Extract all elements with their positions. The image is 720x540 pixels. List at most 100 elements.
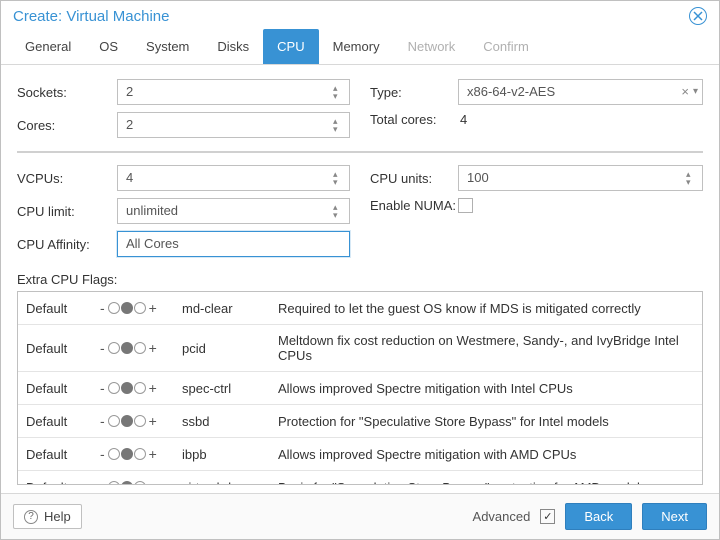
flag-on-circle[interactable] xyxy=(134,448,146,460)
flag-off-circle[interactable] xyxy=(108,481,120,484)
flag-default-circle[interactable] xyxy=(121,302,133,314)
create-vm-dialog: Create: Virtual Machine General OS Syste… xyxy=(0,0,720,540)
table-row: Default-+md-clearRequired to let the gue… xyxy=(18,292,702,325)
cpu-limit-spinner[interactable]: unlimited ▴▾ xyxy=(117,198,350,224)
type-label: Type: xyxy=(370,85,458,100)
table-row: Default-+spec-ctrlAllows improved Spectr… xyxy=(18,372,702,405)
flag-plus-icon[interactable]: + xyxy=(147,300,159,316)
flag-default-circle[interactable] xyxy=(121,382,133,394)
flag-on-circle[interactable] xyxy=(134,382,146,394)
total-cores-value: 4 xyxy=(458,112,703,127)
back-button[interactable]: Back xyxy=(565,503,632,530)
flag-name: md-clear xyxy=(174,292,270,325)
tab-system[interactable]: System xyxy=(132,29,203,64)
flag-off-circle[interactable] xyxy=(108,415,120,427)
spinner-arrows-icon: ▴▾ xyxy=(686,168,698,188)
spinner-arrows-icon: ▴▾ xyxy=(333,168,345,188)
spinner-arrows-icon: ▴▾ xyxy=(333,82,345,102)
flag-minus-icon[interactable]: - xyxy=(98,380,107,396)
flag-tri-toggle[interactable]: -+ xyxy=(90,292,174,325)
cpu-affinity-label: CPU Affinity: xyxy=(17,237,117,252)
flag-tri-toggle[interactable]: -+ xyxy=(90,325,174,372)
clear-type-icon[interactable]: × xyxy=(681,80,689,104)
flag-off-circle[interactable] xyxy=(108,302,120,314)
help-label: Help xyxy=(44,509,71,524)
flag-name: virt-ssbd xyxy=(174,471,270,485)
cores-label: Cores: xyxy=(17,118,117,133)
cpu-affinity-input[interactable]: All Cores xyxy=(117,231,350,257)
cpu-units-label: CPU units: xyxy=(370,171,458,186)
table-row: Default-+ssbdProtection for "Speculative… xyxy=(18,405,702,438)
flag-tri-toggle[interactable]: -+ xyxy=(90,438,174,471)
flag-state: Default xyxy=(18,471,90,485)
advanced-label: Advanced xyxy=(473,509,531,524)
flag-plus-icon[interactable]: + xyxy=(147,340,159,356)
tab-os[interactable]: OS xyxy=(85,29,132,64)
flag-state: Default xyxy=(18,372,90,405)
flag-default-circle[interactable] xyxy=(121,481,133,484)
flag-on-circle[interactable] xyxy=(134,415,146,427)
flag-plus-icon[interactable]: + xyxy=(147,413,159,429)
tab-memory[interactable]: Memory xyxy=(319,29,394,64)
flag-tri-toggle[interactable]: -+ xyxy=(90,471,174,485)
flag-desc: Allows improved Spectre mitigation with … xyxy=(270,438,702,471)
flag-on-circle[interactable] xyxy=(134,481,146,484)
cores-spinner[interactable]: 2 ▴▾ xyxy=(117,112,350,138)
tab-disks[interactable]: Disks xyxy=(203,29,263,64)
cpu-type-value: x86-64-v2-AES xyxy=(467,84,555,99)
cpu-affinity-value: All Cores xyxy=(126,236,179,251)
flag-off-circle[interactable] xyxy=(108,382,120,394)
enable-numa-checkbox[interactable] xyxy=(458,198,473,213)
sockets-value: 2 xyxy=(126,84,133,99)
flag-state: Default xyxy=(18,325,90,372)
flag-plus-icon[interactable]: + xyxy=(147,380,159,396)
flag-on-circle[interactable] xyxy=(134,342,146,354)
flag-default-circle[interactable] xyxy=(121,448,133,460)
cpu-units-spinner[interactable]: 100 ▴▾ xyxy=(458,165,703,191)
cpu-flags-scroll[interactable]: Default-+md-clearRequired to let the gue… xyxy=(18,292,702,484)
flag-tri-toggle[interactable]: -+ xyxy=(90,372,174,405)
flag-minus-icon[interactable]: - xyxy=(98,479,107,484)
cpu-units-value: 100 xyxy=(467,170,489,185)
tab-general[interactable]: General xyxy=(11,29,85,64)
flag-desc: Protection for "Speculative Store Bypass… xyxy=(270,405,702,438)
wizard-tabbar: General OS System Disks CPU Memory Netwo… xyxy=(1,29,719,65)
titlebar: Create: Virtual Machine xyxy=(1,1,719,29)
flag-off-circle[interactable] xyxy=(108,448,120,460)
vcpus-value: 4 xyxy=(126,170,133,185)
flag-desc: Required to let the guest OS know if MDS… xyxy=(270,292,702,325)
help-button[interactable]: ? Help xyxy=(13,504,82,529)
flag-minus-icon[interactable]: - xyxy=(98,446,107,462)
vcpus-spinner[interactable]: 4 ▴▾ xyxy=(117,165,350,191)
flag-name: ibpb xyxy=(174,438,270,471)
advanced-checkbox[interactable]: ✓ xyxy=(540,509,555,524)
flag-name: spec-ctrl xyxy=(174,372,270,405)
flag-desc: Meltdown fix cost reduction on Westmere,… xyxy=(270,325,702,372)
flag-on-circle[interactable] xyxy=(134,302,146,314)
flag-plus-icon[interactable]: + xyxy=(147,446,159,462)
footer: ? Help Advanced ✓ Back Next xyxy=(1,493,719,539)
next-button[interactable]: Next xyxy=(642,503,707,530)
tab-cpu[interactable]: CPU xyxy=(263,29,318,64)
flag-minus-icon[interactable]: - xyxy=(98,340,107,356)
chevron-down-icon[interactable]: ▾ xyxy=(693,80,698,104)
flag-off-circle[interactable] xyxy=(108,342,120,354)
flag-tri-toggle[interactable]: -+ xyxy=(90,405,174,438)
close-icon[interactable] xyxy=(689,7,707,25)
flag-state: Default xyxy=(18,405,90,438)
flag-default-circle[interactable] xyxy=(121,342,133,354)
tab-confirm: Confirm xyxy=(469,29,543,64)
extra-cpu-flags-label: Extra CPU Flags: xyxy=(17,272,703,287)
flag-default-circle[interactable] xyxy=(121,415,133,427)
table-row: Default-+ibpbAllows improved Spectre mit… xyxy=(18,438,702,471)
flag-plus-icon[interactable]: + xyxy=(147,479,159,484)
sockets-spinner[interactable]: 2 ▴▾ xyxy=(117,79,350,105)
cpu-limit-value: unlimited xyxy=(126,203,178,218)
spinner-arrows-icon: ▴▾ xyxy=(333,115,345,135)
table-row: Default-+virt-ssbdBasis for "Speculative… xyxy=(18,471,702,485)
help-icon: ? xyxy=(24,510,38,524)
divider xyxy=(17,151,703,153)
cpu-type-select[interactable]: x86-64-v2-AES × ▾ xyxy=(458,79,703,105)
flag-minus-icon[interactable]: - xyxy=(98,413,107,429)
flag-minus-icon[interactable]: - xyxy=(98,300,107,316)
